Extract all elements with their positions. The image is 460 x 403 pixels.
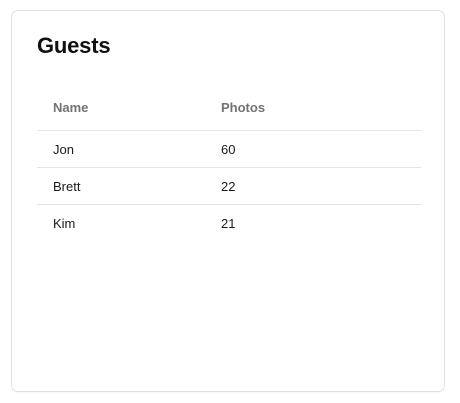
guest-photos-cell: 60 (221, 141, 236, 157)
column-header-name: Name (53, 100, 89, 115)
guest-name-cell: Brett (53, 178, 81, 194)
card-title: Guests (37, 33, 111, 58)
table-row: Kim 21 (37, 205, 421, 242)
guests-table: Name Photos Jon 60 Brett 22 Kim 21 (37, 94, 421, 242)
guest-name-cell: Kim (53, 216, 76, 231)
guest-photos-cell: 22 (221, 178, 236, 194)
table-header-row: Name Photos (37, 94, 421, 131)
table-row: Brett 22 (37, 168, 421, 205)
guests-card: Guests Name Photos Jon 60 Brett 22 Kim 2… (11, 10, 445, 392)
column-header-photos: Photos (221, 100, 266, 115)
guest-name-cell: Jon (53, 141, 74, 157)
table-row: Jon 60 (37, 131, 421, 168)
guest-photos-cell: 21 (221, 216, 236, 231)
